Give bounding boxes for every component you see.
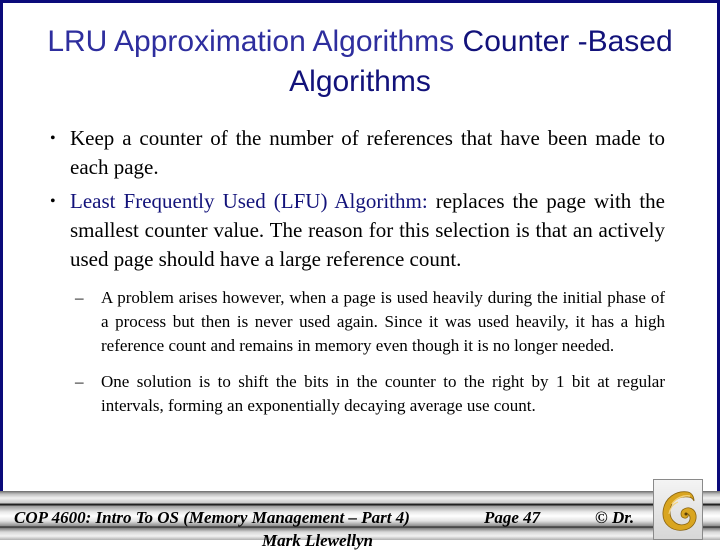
- sub-bullet-text: One solution is to shift the bits in the…: [101, 372, 665, 415]
- slide-body: • Keep a counter of the number of refere…: [50, 124, 665, 424]
- bullet-text: Keep a counter of the number of referenc…: [70, 126, 665, 179]
- pegasus-logo-icon: [662, 491, 697, 531]
- footer-page-number: Page 47: [484, 508, 541, 527]
- sub-bullet-item: – One solution is to shift the bits in t…: [50, 370, 665, 418]
- sub-bullet-text: A problem arises however, when a page is…: [101, 288, 665, 355]
- bullet-marker: •: [50, 130, 56, 147]
- footer-course: COP 4600: Intro To OS (Memory Management…: [14, 508, 410, 527]
- bullet-item: • Least Frequently Used (LFU) Algorithm:…: [50, 187, 665, 274]
- sub-bullet-item: – A problem arises however, when a page …: [50, 286, 665, 358]
- bullet-marker: •: [50, 193, 56, 210]
- footer-copyright: © Dr.: [595, 508, 635, 527]
- logo-box: [653, 479, 703, 540]
- bullet-item: • Keep a counter of the number of refere…: [50, 124, 665, 182]
- title-part-1: LRU Approximation Algorithms: [47, 25, 455, 58]
- bullet-lead-term: Least Frequently Used (LFU) Algorithm:: [70, 189, 428, 213]
- footer-author: Mark Llewellyn: [262, 531, 373, 550]
- sub-bullet-marker: –: [75, 288, 84, 307]
- sub-bullet-marker: –: [75, 372, 84, 391]
- slide-title: LRU Approximation Algorithms Counter -Ba…: [20, 22, 700, 102]
